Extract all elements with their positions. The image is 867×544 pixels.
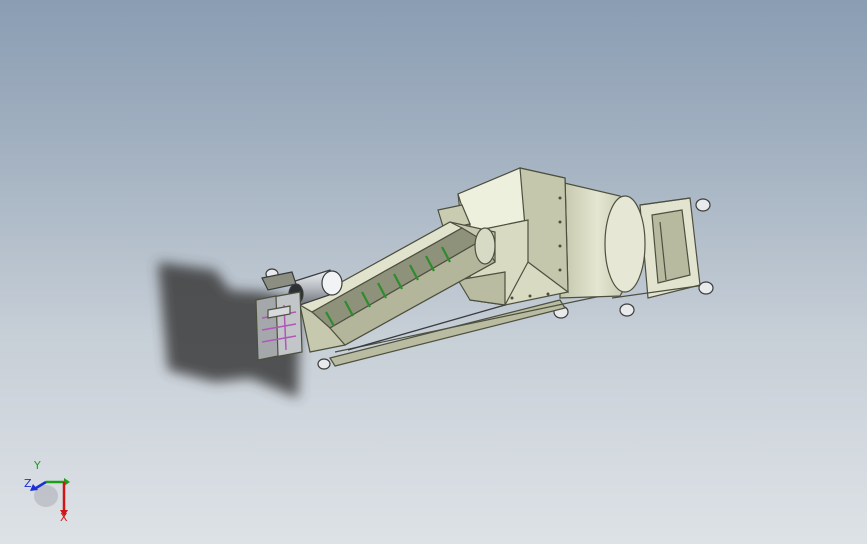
drum-cylinder [559,181,646,299]
control-panel [255,291,303,361]
triad-x-label: X [60,511,68,524]
triad-y-label: Y [34,459,41,472]
orientation-triad[interactable]: Y Z X [18,458,78,528]
conveyor-assembly-model[interactable] [0,0,867,544]
triad-z-label: Z [24,477,32,490]
3d-viewport[interactable]: Y Z X [0,0,867,544]
triad-axes-icon [30,478,70,516]
